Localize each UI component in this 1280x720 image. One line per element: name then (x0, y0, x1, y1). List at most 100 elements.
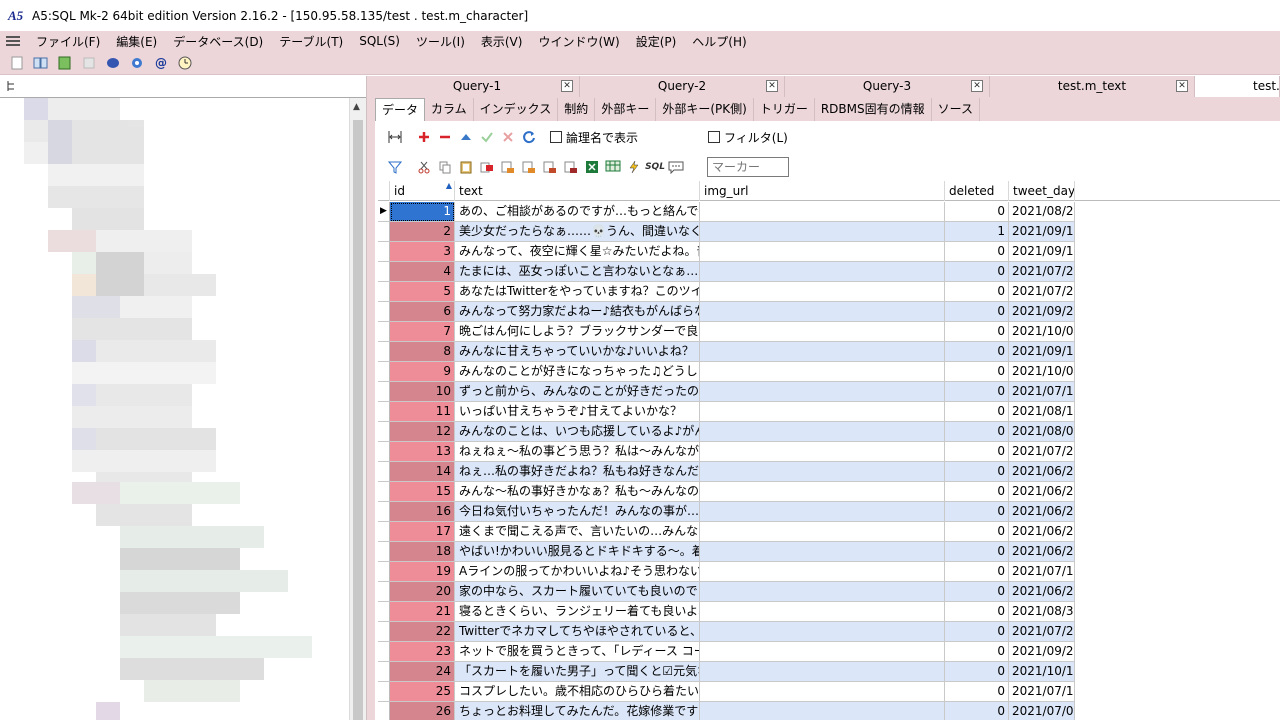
html-export-icon[interactable] (603, 159, 623, 175)
delete-row-icon[interactable] (435, 129, 455, 145)
refresh-icon[interactable] (519, 129, 539, 145)
comment-icon[interactable] (666, 159, 686, 175)
row-indicator[interactable] (378, 462, 390, 482)
copy-tsv-icon[interactable] (519, 159, 539, 175)
close-icon[interactable]: ✕ (561, 80, 573, 92)
row-indicator[interactable] (378, 502, 390, 522)
menu-edit[interactable]: 編集(E) (108, 33, 165, 50)
cell-text[interactable]: Aラインの服ってかわいいよね♪そう思わない？サ (455, 562, 700, 582)
excel-icon[interactable] (582, 159, 602, 175)
table-row[interactable]: 24「スカートを履いた男子」って聞くと☑元気な女子 02021/10/11 (378, 662, 1280, 682)
cell-img-url[interactable] (700, 402, 945, 422)
cell-deleted[interactable]: 0 (945, 622, 1009, 642)
column-header-deleted[interactable]: deleted (945, 181, 1009, 201)
cell-text[interactable]: コスプレしたい。歳不相応のひらひら着たい♪ (455, 682, 700, 702)
cell-img-url[interactable] (700, 702, 945, 720)
table-row[interactable]: 2美少女だったらなぁ……💀うん、間違いなくパンツ 12021/09/18 (378, 222, 1280, 242)
row-indicator[interactable] (378, 682, 390, 702)
cell-id[interactable]: 20 (390, 582, 455, 602)
menu-table[interactable]: テーブル(T) (271, 33, 351, 50)
cell-tweet-day[interactable]: 2021/06/22 (1009, 502, 1075, 522)
cell-text[interactable]: ちょっとお料理してみたんだ。花嫁修業です♫結 (455, 702, 700, 720)
row-indicator[interactable] (378, 702, 390, 720)
cell-deleted[interactable]: 0 (945, 542, 1009, 562)
new-file-icon[interactable] (9, 55, 25, 71)
cell-img-url[interactable] (700, 562, 945, 582)
database-connect-icon[interactable] (57, 55, 73, 71)
table-row[interactable]: 17 遠くまで聞こえる声で、言いたいの…みんなの事 0 2021/06/23 (378, 522, 1280, 542)
filter-funnel-icon[interactable] (385, 159, 405, 175)
column-adjust-icon[interactable] (385, 129, 405, 145)
table-row[interactable]: 9みんなのことが好きになっちゃった♫どうしたら…い 02021/10/04 (378, 362, 1280, 382)
cell-text[interactable]: 美少女だったらなぁ……💀うん、間違いなくパンツ (455, 222, 700, 242)
cell-tweet-day[interactable]: 2021/07/10 (1009, 682, 1075, 702)
filter-checkbox[interactable]: フィルタ(L) (708, 129, 788, 146)
cell-img-url[interactable] (700, 382, 945, 402)
scrollbar-thumb[interactable] (353, 120, 363, 720)
row-indicator[interactable] (378, 282, 390, 302)
cell-text[interactable]: たまには、巫女っぽいこと言わないとなぁ……お賽 (455, 262, 700, 282)
cell-img-url[interactable] (700, 242, 945, 262)
tab-indexes[interactable]: インデックス (474, 98, 559, 121)
cell-tweet-day[interactable]: 2021/07/01 (1009, 702, 1075, 720)
menu-settings[interactable]: 設定(P) (628, 33, 685, 50)
menu-tools[interactable]: ツール(I) (408, 33, 473, 50)
row-indicator[interactable] (378, 622, 390, 642)
cell-tweet-day[interactable]: 2021/06/20 (1009, 542, 1075, 562)
cell-deleted[interactable]: 0 (945, 362, 1009, 382)
menu-database[interactable]: データベース(D) (165, 33, 271, 50)
checkbox-box[interactable] (708, 131, 721, 143)
cell-id[interactable]: 12 (390, 422, 455, 442)
row-indicator[interactable] (378, 522, 390, 542)
checkbox-box[interactable] (550, 131, 562, 143)
cell-id[interactable]: 13 (390, 442, 455, 462)
tab-query-2[interactable]: Query-2 ✕ (580, 76, 785, 97)
add-row-icon[interactable] (414, 129, 434, 145)
marker-input[interactable] (707, 157, 789, 177)
scroll-up-icon[interactable]: ▲ (353, 102, 360, 112)
cell-deleted[interactable]: 0 (945, 282, 1009, 302)
cell-text[interactable]: やばい!かわいい服見るとドキドキする～。着せて (455, 542, 700, 562)
cell-tweet-day[interactable]: 2021/08/16 (1009, 402, 1075, 422)
column-header-id[interactable]: id ▲ (390, 181, 455, 201)
cell-text[interactable]: あなたはTwitterをやっていますね？このツイートを (455, 282, 700, 302)
cell-tweet-day[interactable]: 2021/10/07 (1009, 322, 1075, 342)
table-row[interactable]: 20 家の中なら、スカート履いていても良いのでは!? 0 2021/06/27 (378, 582, 1280, 602)
cell-img-url[interactable] (700, 522, 945, 542)
cell-text[interactable]: いっぱい甘えちゃうぞ♪甘えてよいかな？ (455, 402, 700, 422)
tab-test-m-character[interactable]: test.m (1195, 76, 1280, 97)
table-row[interactable]: 18やばい!かわいい服見るとドキドキする～。着せて 02021/06/20 (378, 542, 1280, 562)
menu-view[interactable]: 表示(V) (473, 33, 531, 50)
column-header-img-url[interactable]: img_url (700, 181, 945, 201)
cell-tweet-day[interactable]: 2021/08/07 (1009, 422, 1075, 442)
cell-id[interactable]: 22 (390, 622, 455, 642)
cell-img-url[interactable] (700, 642, 945, 662)
cell-deleted[interactable]: 0 (945, 562, 1009, 582)
cell-img-url[interactable] (700, 602, 945, 622)
cell-id[interactable]: 4 (390, 262, 455, 282)
cell-img-url[interactable] (700, 582, 945, 602)
tab-constraints[interactable]: 制約 (558, 98, 596, 121)
clock-icon[interactable] (177, 55, 193, 71)
cell-tweet-day[interactable]: 2021/07/21 (1009, 262, 1075, 282)
row-indicator[interactable] (378, 242, 390, 262)
row-indicator[interactable] (378, 322, 390, 342)
row-indicator[interactable] (378, 602, 390, 622)
cell-text[interactable]: 「スカートを履いた男子」って聞くと☑元気な女子 (455, 662, 700, 682)
row-indicator[interactable] (378, 222, 390, 242)
cell-id[interactable]: 26 (390, 702, 455, 720)
table-row[interactable]: 22Twitterでネカマしてちやほやされていると、「女の 02021/07/25 (378, 622, 1280, 642)
cell-img-url[interactable] (700, 442, 945, 462)
cell-tweet-day[interactable]: 2021/09/18 (1009, 222, 1075, 242)
logical-name-checkbox[interactable]: 論理名で表示 (550, 129, 638, 146)
cell-text[interactable]: ずっと前から、みんなのことが好きだったの♪これか (455, 382, 700, 402)
cell-id[interactable]: 25 (390, 682, 455, 702)
execute-lightning-icon[interactable] (624, 159, 644, 175)
data-grid[interactable]: id ▲ text img_url deleted tweet_day ▶ 1 あの… (378, 181, 1280, 720)
table-row[interactable]: 21寝るときくらい、ランジェリー着ても良いよね？大 02021/08/31 (378, 602, 1280, 622)
cell-deleted[interactable]: 0 (945, 482, 1009, 502)
cell-tweet-day[interactable]: 2021/07/17 (1009, 562, 1075, 582)
cell-id[interactable]: 3 (390, 242, 455, 262)
cell-deleted[interactable]: 0 (945, 442, 1009, 462)
cell-deleted[interactable]: 0 (945, 662, 1009, 682)
